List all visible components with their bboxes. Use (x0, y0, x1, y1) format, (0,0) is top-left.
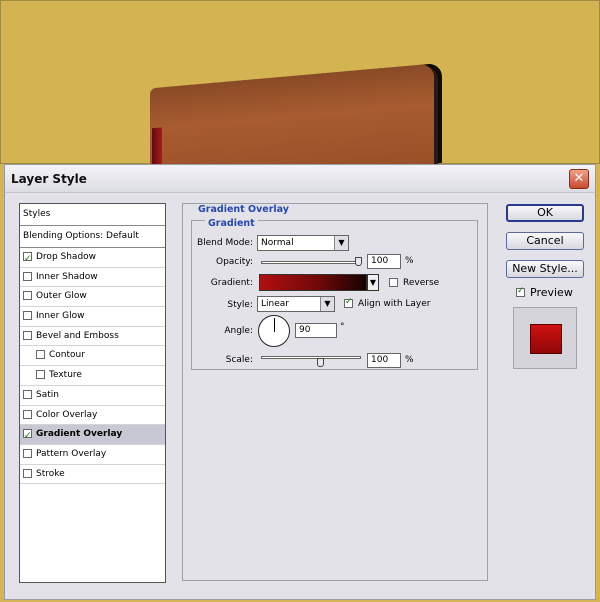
style-item-label: Stroke (36, 468, 65, 479)
style-item-satin[interactable]: Satin (20, 386, 165, 406)
gradient-overlay-checkbox[interactable] (23, 427, 32, 446)
angle-input[interactable]: 90 (295, 323, 337, 338)
gradient-label: Gradient: (210, 278, 253, 288)
style-item-pattern-overlay[interactable]: Pattern Overlay (20, 445, 165, 465)
opacity-slider-thumb[interactable] (355, 257, 362, 266)
style-item-color-overlay[interactable]: Color Overlay (20, 406, 165, 426)
chevron-down-icon[interactable]: ▼ (320, 297, 334, 311)
ok-button[interactable]: OK (506, 204, 584, 222)
style-item-gradient-overlay[interactable]: Gradient Overlay (20, 425, 165, 446)
styles-list: Styles Blending Options: Default Drop Sh… (19, 203, 166, 583)
section-title: Gradient Overlay (194, 204, 293, 215)
style-item-label: Inner Glow (36, 311, 85, 322)
scale-slider-track[interactable] (261, 356, 361, 359)
opacity-input[interactable]: 100 (367, 254, 401, 269)
opacity-slider-track[interactable] (261, 261, 361, 264)
style-item-bevel-and-emboss[interactable]: Bevel and Emboss (20, 327, 165, 347)
style-item-contour[interactable]: Contour (20, 346, 165, 367)
style-item-label: Bevel and Emboss (36, 330, 119, 341)
styles-header[interactable]: Styles (20, 204, 165, 226)
stroke-checkbox[interactable] (23, 468, 32, 478)
dialog-titlebar[interactable]: Layer Style ✕ (5, 165, 595, 193)
preview-label: Preview (530, 286, 573, 299)
dialog-title: Layer Style (11, 172, 87, 186)
style-item-label: Outer Glow (36, 291, 87, 302)
gradient-picker-arrow-icon[interactable]: ▼ (367, 274, 379, 291)
style-item-stroke[interactable]: Stroke (20, 465, 165, 485)
cancel-button[interactable]: Cancel (506, 232, 584, 250)
style-item-label: Pattern Overlay (36, 448, 107, 459)
style-label: Style: (227, 300, 253, 310)
style-item-outer-glow[interactable]: Outer Glow (20, 287, 165, 308)
style-value: Linear (261, 299, 289, 309)
scale-label: Scale: (225, 355, 253, 365)
scale-slider-thumb[interactable] (317, 358, 324, 367)
close-icon[interactable]: ✕ (569, 169, 589, 189)
style-item-label: Contour (49, 350, 85, 361)
scale-input[interactable]: 100 (367, 353, 401, 368)
color-overlay-checkbox[interactable] (23, 409, 32, 419)
angle-label: Angle: (224, 326, 253, 336)
style-preview (513, 307, 577, 369)
blend-mode-select[interactable]: Normal ▼ (257, 235, 349, 251)
scale-percent: % (405, 355, 414, 365)
blend-mode-label: Blend Mode: (196, 238, 253, 248)
opacity-label: Opacity: (216, 257, 253, 267)
style-item-inner-glow[interactable]: Inner Glow (20, 307, 165, 327)
preview-swatch (530, 324, 562, 354)
inner-glow-checkbox[interactable] (23, 311, 32, 321)
contour-checkbox[interactable] (36, 350, 45, 360)
chevron-down-icon[interactable]: ▼ (334, 236, 348, 250)
drop-shadow-checkbox[interactable] (23, 250, 32, 269)
blending-options-item[interactable]: Blending Options: Default (20, 226, 165, 248)
gradient-swatch[interactable] (259, 274, 367, 291)
style-item-label: Inner Shadow (36, 271, 98, 282)
satin-checkbox[interactable] (23, 389, 32, 399)
angle-degree: ° (340, 322, 345, 332)
pattern-overlay-checkbox[interactable] (23, 448, 32, 458)
new-style-button[interactable]: New Style... (506, 260, 584, 278)
align-with-layer-label: Align with Layer (358, 299, 431, 309)
angle-dial[interactable] (258, 315, 290, 347)
style-item-label: Drop Shadow (36, 252, 97, 262)
outer-glow-checkbox[interactable] (23, 291, 32, 301)
reverse-label: Reverse (403, 278, 440, 288)
preview-checkbox[interactable] (516, 286, 525, 297)
style-item-label: Satin (36, 389, 59, 400)
align-with-layer-checkbox[interactable] (344, 297, 353, 308)
opacity-percent: % (405, 256, 414, 266)
inner-shadow-checkbox[interactable] (23, 271, 32, 281)
style-item-inner-shadow[interactable]: Inner Shadow (20, 268, 165, 288)
style-item-label: Gradient Overlay (36, 429, 123, 440)
style-item-drop-shadow[interactable]: Drop Shadow (20, 248, 165, 269)
style-item-texture[interactable]: Texture (20, 366, 165, 386)
style-item-label: Color Overlay (36, 409, 98, 420)
style-select[interactable]: Linear ▼ (257, 296, 335, 312)
texture-checkbox[interactable] (36, 370, 45, 380)
reverse-checkbox[interactable] (389, 278, 398, 287)
style-item-label: Texture (49, 370, 82, 381)
layer-style-dialog: Layer Style ✕ Styles Blending Options: D… (4, 164, 596, 600)
angle-needle (274, 318, 275, 332)
bevel-and-emboss-checkbox[interactable] (23, 330, 32, 340)
gradient-group-title: Gradient (205, 218, 258, 229)
blend-mode-value: Normal (261, 238, 294, 248)
